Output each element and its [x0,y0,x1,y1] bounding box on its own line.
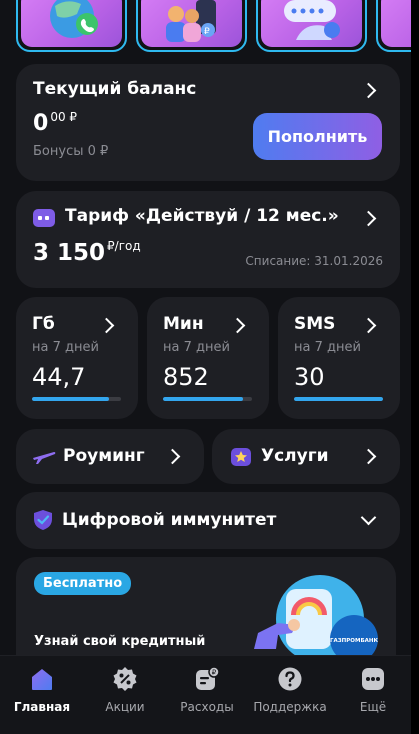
counter-period: на 7 дней [163,340,230,355]
tariff-price: 3 150 ₽/год [33,239,141,266]
tariff-sim-icon [33,209,55,227]
chevron-right-icon [360,210,377,227]
topup-button[interactable]: Пополнить [253,113,382,160]
globe-phone-icon [49,0,98,38]
digital-immunity-card[interactable]: Цифровой иммунитет [16,492,400,549]
credit-score-illustration: ГАЗПРОМБАНК [254,575,379,663]
bank-logo-text: ГАЗПРОМБАНК [330,638,379,644]
tab-label: Акции [105,700,145,714]
app-screen: ₽ Текущий баланс 0 00 ₽ Бонусы 0 ₽ Попол… [0,0,411,734]
tariff-name: Тариф «Действуй / 12 мес.» [65,206,339,226]
counter-title: Мин [163,314,204,334]
tariff-charge-date: Списание: 31.01.2026 [245,254,383,268]
help-icon [277,666,303,692]
free-badge: Бесплатно [34,572,132,595]
chevron-right-icon [360,317,377,334]
shield-icon [34,510,52,530]
counter-value: 852 [163,363,209,391]
counter-progress-bar [294,397,383,401]
svg-text:₽: ₽ [204,27,210,37]
more-icon [360,666,386,692]
tab-label: Поддержка [253,700,327,714]
counter-value: 44,7 [32,363,86,391]
star-box-icon [231,448,251,466]
chevron-right-icon [98,317,115,334]
tab-label: Расходы [180,700,234,714]
counter-progress-fill [32,397,110,401]
balance-title: Текущий баланс [33,79,197,99]
story-card-security[interactable] [256,0,367,52]
roaming-button[interactable]: Роуминг [16,429,204,484]
counter-period: на 7 дней [294,340,361,355]
counter-period: на 7 дней [32,340,99,355]
counter-title: Гб [32,314,55,334]
counter-value: 30 [294,363,325,391]
services-button[interactable]: Услуги [212,429,400,484]
balance-amount-cents: 00 ₽ [50,110,78,124]
balance-amount: 0 00 ₽ [33,110,77,136]
roaming-label: Роуминг [63,446,145,466]
scrollbar[interactable] [411,0,419,734]
balance-bonus: Бонусы 0 ₽ [33,144,109,159]
chevron-right-icon [229,317,246,334]
tariff-price-unit: ₽/год [107,239,141,253]
digital-immunity-label: Цифровой иммунитет [62,510,277,530]
tab-label: Главная [13,700,71,714]
counter-card-sms[interactable]: SMS на 7 дней 30 [278,297,400,419]
counter-card-data[interactable]: Гб на 7 дней 44,7 [16,297,138,419]
counter-progress-bar [32,397,121,401]
tab-expenses[interactable]: ₽ Расходы [167,666,247,714]
counter-title: SMS [294,314,336,334]
password-icon [283,0,340,40]
airplane-icon [33,452,56,464]
chevron-right-icon [164,448,181,465]
tab-more[interactable]: Ещё [333,666,411,714]
chevron-down-icon[interactable] [360,509,377,526]
counter-card-minutes[interactable]: Мин на 7 дней 852 [147,297,269,419]
bottom-tab-bar: Главная Акции ₽ Расходы Поддержка Ещё [0,655,411,734]
percent-icon [112,666,138,692]
chevron-right-icon [360,448,377,465]
chevron-right-icon [360,82,377,99]
tariff-card[interactable]: Тариф «Действуй / 12 мес.» 3 150 ₽/год Сп… [16,191,400,288]
tariff-price-main: 3 150 [33,240,106,266]
balance-card[interactable]: Текущий баланс 0 00 ₽ Бонусы 0 ₽ Пополнит… [16,64,400,181]
story-card-calls[interactable] [16,0,127,52]
tab-home[interactable]: Главная [2,666,82,714]
expenses-icon: ₽ [194,666,220,692]
promo-text: Узнай свой кредитный [34,634,206,649]
services-label: Услуги [261,446,329,466]
story-card-more[interactable] [376,0,411,52]
tab-support[interactable]: Поддержка [250,666,330,714]
tab-label: Ещё [359,700,387,714]
balance-amount-main: 0 [33,111,49,136]
tab-promotions[interactable]: Акции [85,666,165,714]
counter-progress-fill [294,397,383,401]
counter-progress-fill [163,397,244,401]
family-icon: ₽ [165,0,216,42]
story-card-family[interactable]: ₽ [136,0,247,52]
counter-progress-bar [163,397,252,401]
home-icon [29,666,55,692]
svg-text:₽: ₽ [212,669,217,677]
